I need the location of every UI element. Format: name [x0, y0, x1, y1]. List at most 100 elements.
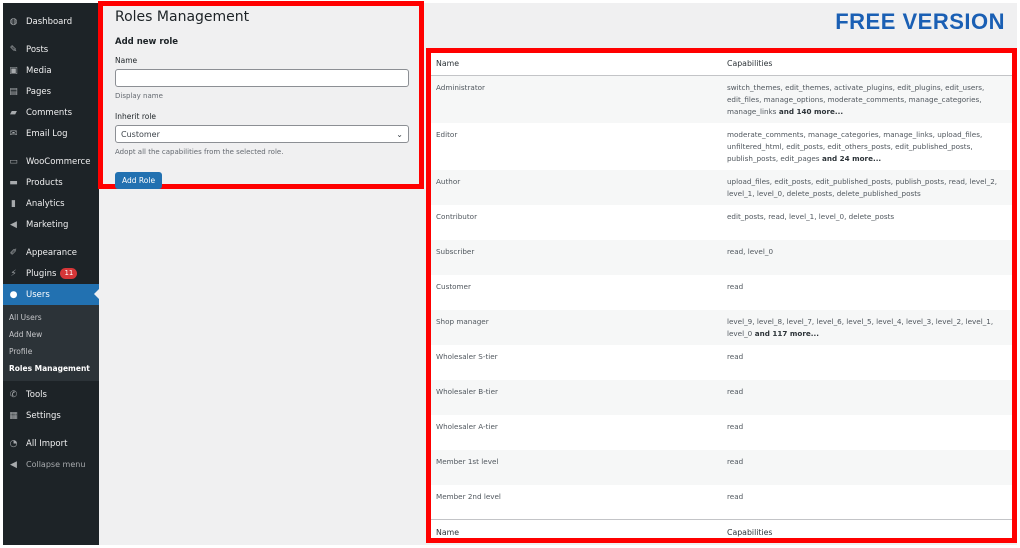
- footer-header-capabilities[interactable]: Capabilities: [722, 519, 1012, 545]
- form-heading: Add new role: [115, 37, 179, 47]
- role-capabilities: upload_files, edit_posts, edit_published…: [722, 170, 1012, 205]
- sidebar-item-posts[interactable]: ✎ Posts: [3, 39, 99, 60]
- page-title: Roles Management: [115, 9, 250, 25]
- table-row: Member 2nd level read: [431, 485, 1012, 520]
- name-label: Name: [115, 56, 138, 65]
- sidebar-item-products[interactable]: ▬ Products: [3, 172, 99, 193]
- sidebar-item-label: Analytics: [26, 198, 65, 209]
- sidebar-item-comments[interactable]: ▰ Comments: [3, 102, 99, 123]
- plugin-icon: ⚡: [10, 268, 17, 279]
- sidebar-item-analytics[interactable]: ▮ Analytics: [3, 193, 99, 214]
- role-name[interactable]: Shop manager: [431, 310, 722, 345]
- sidebar-item-settings[interactable]: ▦ Settings: [3, 405, 99, 426]
- import-icon: ◔: [9, 438, 18, 449]
- table-row: Wholesaler B-tier read: [431, 379, 1012, 415]
- sidebar-item-media[interactable]: ▣ Media: [3, 60, 99, 81]
- update-count-badge: 11: [60, 268, 78, 279]
- submenu-item-profile[interactable]: Profile: [3, 343, 99, 360]
- submenu-item-roles-management[interactable]: Roles Management: [3, 360, 99, 377]
- megaphone-icon: ◀: [10, 219, 17, 230]
- inherit-role-label: Inherit role: [115, 112, 157, 121]
- role-name[interactable]: Contributor: [431, 205, 722, 240]
- chevron-down-icon: ⌄: [396, 129, 403, 139]
- column-header-name[interactable]: Name: [431, 53, 722, 76]
- collapse-icon: ◀: [10, 459, 17, 470]
- role-name[interactable]: Administrator: [431, 75, 722, 123]
- more-capabilities: and 24 more...: [819, 153, 882, 163]
- sidebar-item-label: Dashboard: [26, 16, 73, 27]
- role-name[interactable]: Author: [431, 170, 722, 205]
- role-name[interactable]: Customer: [431, 275, 722, 310]
- role-capabilities: read: [722, 345, 1012, 380]
- sidebar-item-dashboard[interactable]: ◍ Dashboard: [3, 11, 99, 32]
- sidebar-item-label: Tools: [26, 389, 47, 400]
- sidebar-item-label: All Import: [26, 438, 68, 449]
- sidebar-item-label: Media: [26, 65, 52, 76]
- capabilities-list: read: [727, 421, 744, 431]
- capabilities-list: edit_posts, read, level_1, level_0, dele…: [727, 211, 895, 221]
- sidebar-item-label: Users: [26, 289, 50, 300]
- analytics-icon: ▮: [11, 198, 16, 209]
- free-version-badge: FREE VERSION: [835, 9, 1005, 34]
- table-row: Shop manager level_9, level_8, level_7, l…: [431, 309, 1012, 345]
- add-role-button[interactable]: Add Role: [115, 172, 163, 189]
- sidebar-item-pages[interactable]: ▤ Pages: [3, 81, 99, 102]
- submenu-item-add-new[interactable]: Add New: [3, 326, 99, 343]
- roles-table: Name Capabilities Administrator switch_the…: [431, 53, 1012, 545]
- capabilities-list: read: [727, 386, 744, 396]
- more-capabilities: and 140 more...: [776, 106, 844, 116]
- column-header-capabilities[interactable]: Capabilities: [722, 53, 1012, 76]
- more-capabilities: and 117 more...: [752, 328, 819, 338]
- sidebar-item-woocommerce[interactable]: ▭ WooCommerce: [3, 151, 99, 172]
- role-capabilities: moderate_comments, manage_categories, ma…: [722, 123, 1012, 170]
- user-icon: ●: [9, 289, 18, 300]
- role-name[interactable]: Member 1st level: [431, 450, 722, 485]
- pages-icon: ▤: [9, 86, 18, 97]
- sidebar-item-label: Plugins: [26, 268, 57, 279]
- role-capabilities: read: [722, 450, 1012, 485]
- sidebar-item-label: Email Log: [26, 128, 68, 139]
- role-name[interactable]: Subscriber: [431, 240, 722, 275]
- admin-sidebar: ◍ Dashboard ✎ Posts ▣ Media ▤ Pages ▰ Comments ✉ Em…: [3, 3, 99, 545]
- role-name[interactable]: Wholesaler S-tier: [431, 345, 722, 380]
- capabilities-list: read: [727, 456, 744, 466]
- capabilities-list: read: [727, 281, 744, 291]
- table-row: Author upload_files, edit_posts, edit_pub…: [431, 169, 1012, 205]
- sidebar-item-label: Settings: [26, 410, 61, 421]
- sidebar-item-users[interactable]: ● Users: [3, 284, 99, 305]
- sidebar-item-marketing[interactable]: ◀ Marketing: [3, 214, 99, 235]
- inherit-role-select[interactable]: Customer ⌄: [115, 125, 409, 143]
- table-row: Administrator switch_themes, edit_themes,…: [431, 75, 1012, 123]
- products-icon: ▬: [9, 177, 18, 188]
- role-name[interactable]: Wholesaler A-tier: [431, 415, 722, 450]
- role-name[interactable]: Editor: [431, 123, 722, 170]
- sidebar-item-label: Comments: [26, 107, 73, 118]
- table-row: Member 1st level read: [431, 449, 1012, 485]
- capabilities-list: switch_themes, edit_themes, activate_plu…: [727, 82, 985, 116]
- submenu-item-all-users[interactable]: All Users: [3, 309, 99, 326]
- comment-icon: ▰: [10, 107, 17, 118]
- sidebar-item-all-import[interactable]: ◔ All Import: [3, 433, 99, 454]
- role-capabilities: read: [722, 275, 1012, 310]
- capabilities-list: read: [727, 351, 744, 361]
- role-capabilities: switch_themes, edit_themes, activate_plu…: [722, 75, 1012, 123]
- sidebar-item-label: Collapse menu: [26, 460, 86, 469]
- sidebar-item-appearance[interactable]: ✐ Appearance: [3, 242, 99, 263]
- sidebar-item-collapse-menu[interactable]: ◀ Collapse menu: [3, 454, 99, 475]
- inherit-role-description: Adopt all the capabilities from the sele…: [115, 148, 284, 156]
- table-row: Subscriber read, level_0: [431, 239, 1012, 275]
- role-name[interactable]: Member 2nd level: [431, 485, 722, 520]
- sidebar-item-tools[interactable]: ✆ Tools: [3, 384, 99, 405]
- sidebar-item-plugins[interactable]: ⚡ Plugins 11: [3, 263, 99, 284]
- capabilities-list: read: [727, 491, 744, 501]
- sidebar-item-email-log[interactable]: ✉ Email Log: [3, 123, 99, 144]
- name-input[interactable]: [115, 69, 409, 87]
- sidebar-item-label: Posts: [26, 44, 49, 55]
- media-icon: ▣: [9, 65, 18, 76]
- footer-header-name[interactable]: Name: [431, 519, 722, 545]
- sidebar-item-label: WooCommerce: [26, 156, 91, 167]
- table-row: Editor moderate_comments, manage_categori…: [431, 123, 1012, 170]
- role-name[interactable]: Wholesaler B-tier: [431, 380, 722, 415]
- role-capabilities: read, level_0: [722, 240, 1012, 275]
- woo-icon: ▭: [9, 156, 18, 167]
